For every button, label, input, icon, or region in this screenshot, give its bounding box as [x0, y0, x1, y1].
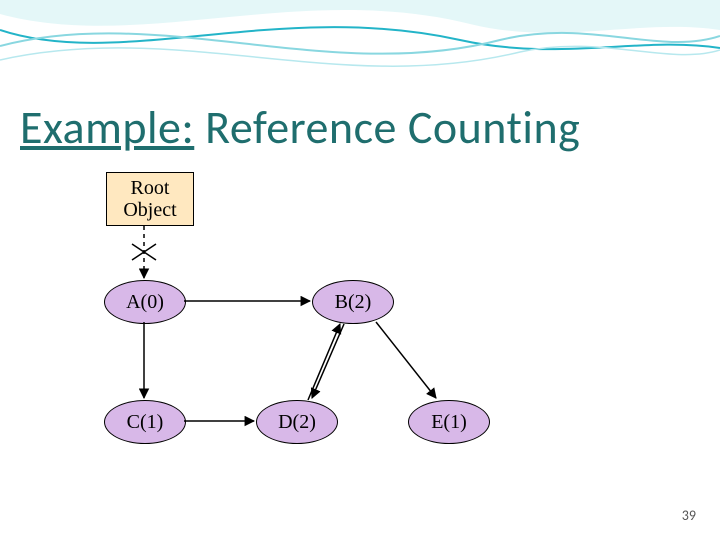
edge-root-a-cross1 [132, 244, 156, 260]
node-c: C(1) [104, 400, 186, 444]
root-label-line1: Root [115, 177, 185, 199]
edge-d-b [308, 324, 340, 400]
page-number: 39 [682, 507, 696, 524]
node-a: A(0) [104, 280, 186, 324]
node-e-label: E(1) [431, 411, 467, 434]
root-label-line2: Object [115, 199, 185, 221]
slide: Example: Reference Counting Root Object … [0, 0, 720, 540]
node-d-label: D(2) [278, 411, 316, 434]
node-b-label: B(2) [335, 291, 372, 314]
title-rest: Reference Counting [194, 100, 580, 156]
node-a-label: A(0) [126, 291, 164, 314]
graph-edges [0, 0, 720, 540]
edge-root-a-cross2 [132, 244, 156, 260]
title-underlined: Example: [20, 100, 194, 156]
edge-b-d [312, 324, 344, 398]
node-d: D(2) [256, 400, 338, 444]
node-b: B(2) [312, 280, 394, 324]
edge-b-e [376, 322, 436, 398]
node-e: E(1) [408, 400, 490, 444]
root-object-box: Root Object [106, 172, 194, 226]
decor-waves [0, 0, 720, 100]
node-c-label: C(1) [127, 411, 164, 434]
slide-title: Example: Reference Counting [20, 100, 580, 156]
